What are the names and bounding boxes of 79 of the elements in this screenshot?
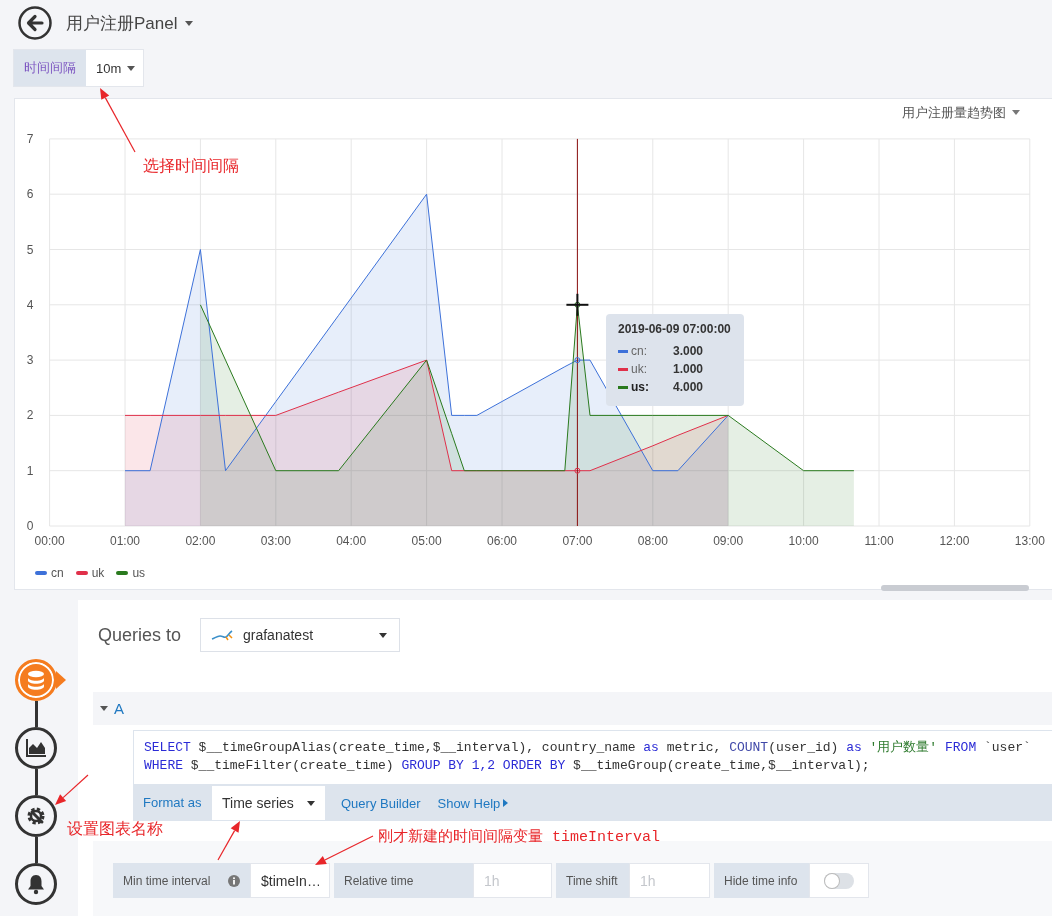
- scrollbar[interactable]: [881, 585, 1029, 591]
- y-axis-label: 3: [26, 353, 34, 368]
- x-axis-label: 13:00: [1014, 534, 1045, 548]
- hover-point: [574, 301, 581, 308]
- annotation-text: 选择时间间隔: [143, 156, 239, 176]
- y-axis-label: 7: [26, 131, 34, 146]
- legend-swatch: [116, 571, 129, 575]
- annotation-arrow: [100, 88, 136, 153]
- annotation-text: 设置图表名称: [67, 819, 163, 839]
- x-axis-label: 03:00: [260, 534, 291, 548]
- legend-swatch: [75, 571, 88, 575]
- caret-icon: [307, 800, 315, 806]
- format-select[interactable]: Time series: [211, 785, 326, 821]
- series-value: 3.000: [673, 344, 704, 358]
- option-label: Min time interval: [123, 873, 211, 888]
- hover-point: [574, 467, 581, 474]
- caret-icon: [127, 65, 136, 71]
- option-input[interactable]: 1h: [473, 863, 552, 898]
- y-axis-label: 1: [26, 463, 34, 478]
- code-line: SELECT $__timeGroupAlias(create_time,$__interval), country_name as metric, COUNT(user_id) as '用户数量' FROM `user`: [144, 739, 1031, 757]
- code-editor[interactable]: [133, 730, 1052, 785]
- x-axis-label: 12:00: [939, 534, 970, 548]
- option-label: Hide time info: [714, 863, 809, 898]
- y-axis-label: 5: [26, 242, 34, 257]
- y-axis-label: 0: [26, 519, 34, 533]
- area-chart-icon: [24, 736, 48, 760]
- option-input[interactable]: $timeIn…: [250, 863, 330, 898]
- back-button[interactable]: [18, 6, 52, 40]
- series-value: 4.000: [673, 380, 704, 394]
- x-axis-label: 05:00: [411, 534, 442, 548]
- x-axis-label: 04:00: [336, 534, 367, 548]
- annotation-arrow: [315, 835, 374, 865]
- variable-label: 时间间隔: [14, 50, 86, 86]
- x-axis-label: 10:00: [788, 534, 819, 548]
- legend-swatch: [35, 571, 47, 575]
- cursor-icon: [565, 292, 590, 317]
- x-axis-label: 08:00: [637, 534, 668, 548]
- annotation-arrow: [55, 774, 89, 805]
- section-title: Queries to: [98, 624, 183, 646]
- annotation-text: 刚才新建的时间间隔变量 timeInterval: [378, 827, 661, 848]
- series-name: us:: [631, 380, 650, 394]
- panel-title[interactable]: 用户注册Panel: [66, 11, 194, 35]
- pointer-icon: [56, 671, 66, 689]
- caret-icon: [185, 20, 194, 26]
- chart-title[interactable]: 用户注册量趋势图: [902, 103, 1020, 122]
- query-toggle[interactable]: A: [100, 700, 124, 717]
- option-input[interactable]: 1h: [629, 863, 710, 898]
- caret-icon: [379, 632, 387, 638]
- tooltip-time: 2019-06-09 07:00:00: [618, 322, 732, 336]
- datasource-icon: [211, 629, 233, 641]
- option-label: Relative time: [334, 863, 473, 898]
- x-axis-label: 01:00: [110, 534, 140, 548]
- toggle-switch[interactable]: [824, 872, 854, 889]
- y-axis-label: 2: [26, 408, 34, 423]
- caret-icon: [1012, 110, 1020, 115]
- legend-label[interactable]: us: [132, 566, 146, 580]
- toolbar-button[interactable]: Show Help: [430, 785, 516, 821]
- x-axis-label: 07:00: [562, 534, 593, 548]
- variable-select[interactable]: 10m: [86, 50, 144, 86]
- legend-label[interactable]: cn: [51, 566, 64, 580]
- x-axis-label: 11:00: [864, 534, 894, 548]
- x-axis-label: 00:00: [34, 534, 65, 548]
- caret-icon: [100, 706, 108, 711]
- annotation-arrow: [217, 821, 240, 861]
- series-name: uk:: [631, 362, 648, 376]
- datasource-select[interactable]: grafanatest: [200, 618, 400, 652]
- y-axis-label: 4: [26, 297, 34, 312]
- x-axis-label: 06:00: [487, 534, 517, 548]
- series-name: cn:: [631, 344, 648, 358]
- format-label: Format as: [142, 794, 203, 812]
- legend-label[interactable]: uk: [91, 566, 105, 580]
- series-value: 1.000: [673, 362, 704, 376]
- hover-point: [574, 357, 581, 364]
- x-axis-label: 02:00: [185, 534, 216, 548]
- option-label: Time shift: [556, 863, 629, 898]
- toolbar-button[interactable]: Query Builder: [334, 785, 428, 821]
- x-axis-label: 09:00: [713, 534, 744, 548]
- y-axis-label: 6: [26, 187, 34, 202]
- code-line: WHERE $__timeFilter(create_time) GROUP BY 1,2 ORDER BY $__timeGroup(create_time,$__interval);: [144, 757, 870, 775]
